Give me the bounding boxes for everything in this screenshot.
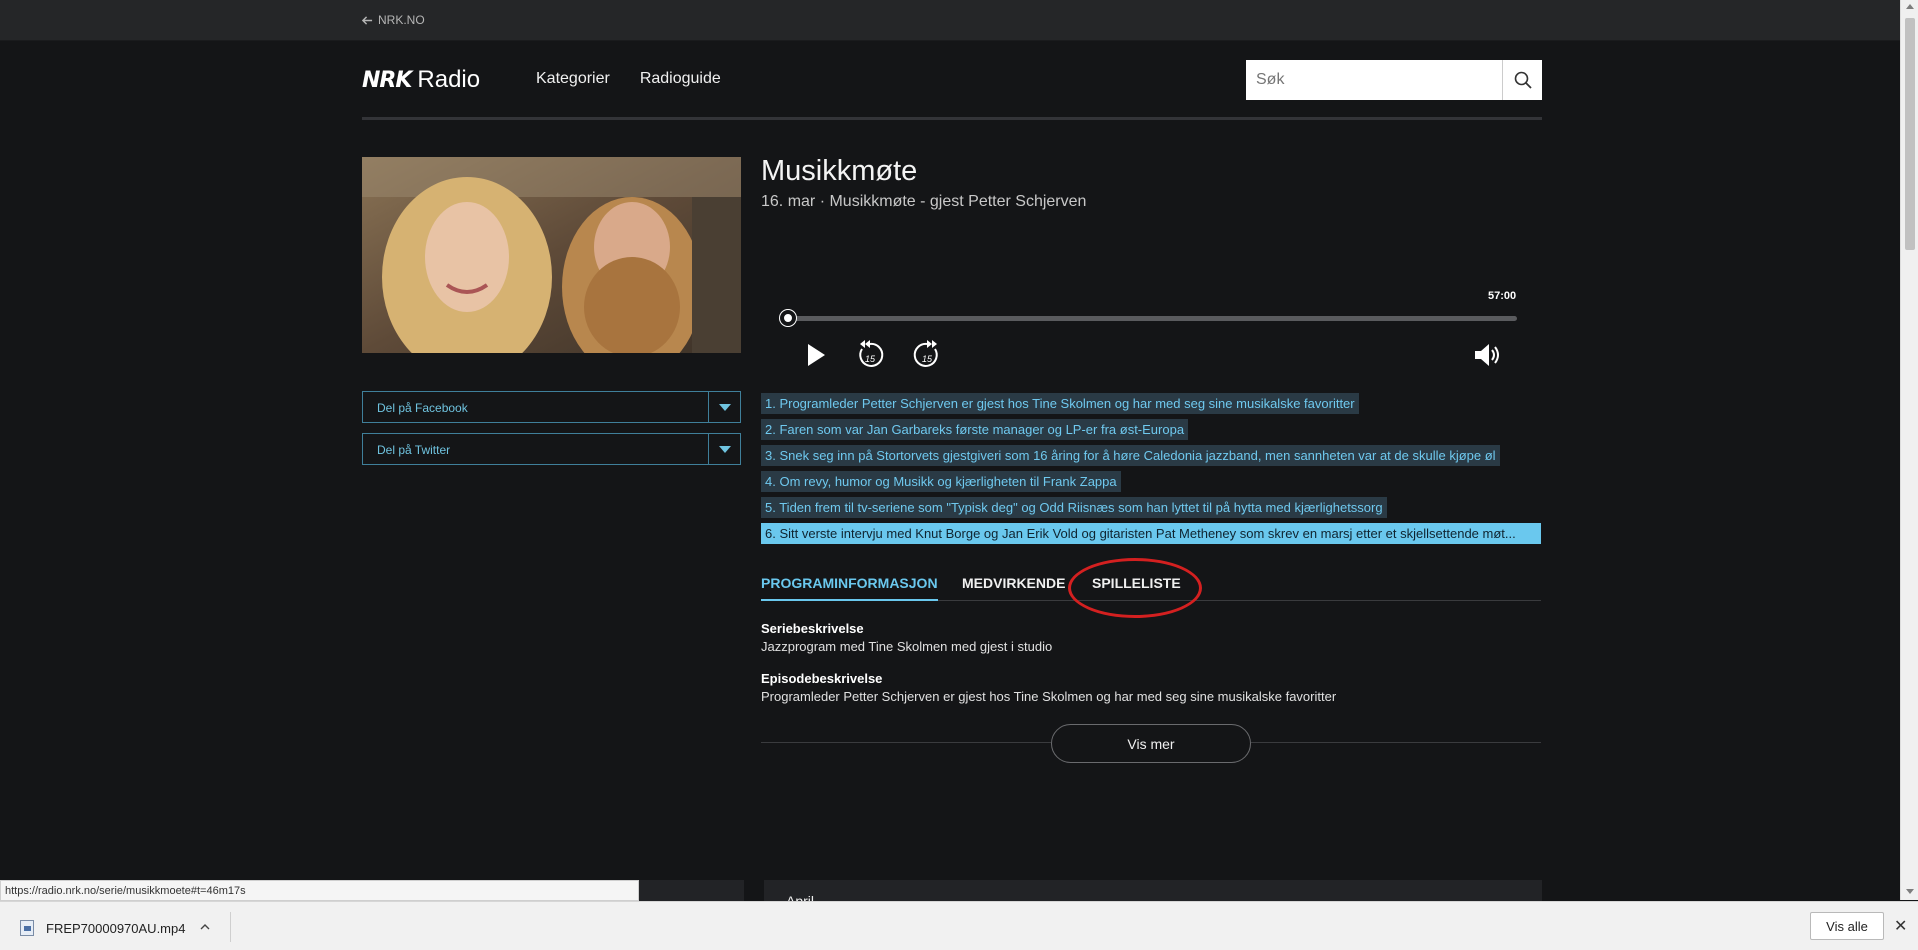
skip-forward-15-icon: 15 <box>913 340 938 367</box>
chapter-item-active[interactable]: 6. Sitt verste intervju med Knut Borge o… <box>761 523 1541 545</box>
share-twitter[interactable]: Del på Twitter <box>362 433 741 465</box>
episode-subtitle: 16. mar · Musikkmøte - gjest Petter Schj… <box>761 193 1087 210</box>
nrk-radio-logo[interactable]: NRK Radio <box>362 66 480 94</box>
play-button[interactable] <box>798 338 832 372</box>
nrk-topbar: NRK.NO <box>0 0 1900 41</box>
volume-icon <box>1475 344 1499 366</box>
skip-back-15-icon: 15 <box>859 340 884 367</box>
status-url: https://radio.nrk.no/serie/musikkmoete#t… <box>0 880 639 901</box>
scroll-down-icon[interactable] <box>1906 889 1914 894</box>
skip-forward-button[interactable]: 15 <box>910 338 944 372</box>
chevron-down-icon <box>718 403 731 411</box>
search-icon <box>1514 71 1532 89</box>
main-nav: Kategorier Radioguide <box>536 70 721 88</box>
series-heading: Seriebeskrivelse <box>761 621 864 636</box>
show-more-button[interactable]: Vis mer <box>1051 724 1251 763</box>
chevron-up-icon[interactable] <box>200 922 210 932</box>
share-facebook-dropdown[interactable] <box>708 392 740 422</box>
tab-programinformasjon[interactable]: PROGRAMINFORMASJON <box>761 575 938 601</box>
logo-nrk: NRK <box>362 67 412 93</box>
lower-panel-left <box>638 880 744 901</box>
chapter-item[interactable]: 5. Tiden frem til tv-seriene som "Typisk… <box>761 497 1541 519</box>
skip-forward-label: 15 <box>922 354 933 364</box>
share-facebook[interactable]: Del på Facebook <box>362 391 741 423</box>
chapter-label: 1. Programleder Petter Schjerven er gjes… <box>761 393 1359 414</box>
episode-image <box>362 157 741 353</box>
duration-label: 57:00 <box>1488 290 1517 302</box>
nav-kategorier[interactable]: Kategorier <box>536 70 610 88</box>
close-download-bar-icon[interactable]: ✕ <box>1894 916 1907 936</box>
series-description: Jazzprogram med Tine Skolmen med gjest i… <box>761 639 1053 654</box>
chapter-label: 2. Faren som var Jan Garbareks første ma… <box>761 419 1189 440</box>
annotation-circle <box>1068 558 1202 618</box>
back-to-nrk-link[interactable]: NRK.NO <box>362 13 425 27</box>
logo-radio: Radio <box>417 66 481 93</box>
page-title: Musikkmøte <box>761 155 918 187</box>
chevron-down-icon <box>718 445 731 453</box>
search-input[interactable] <box>1246 60 1502 100</box>
episode-photo <box>362 157 741 353</box>
chapter-list: 1. Programleder Petter Schjerven er gjes… <box>761 393 1541 549</box>
search-button[interactable] <box>1502 60 1542 100</box>
divider <box>761 742 1051 743</box>
progress-track[interactable] <box>787 316 1517 321</box>
progress-handle[interactable] <box>780 310 796 326</box>
page-scrollbar[interactable] <box>1900 0 1918 900</box>
show-all-downloads-button[interactable]: Vis alle <box>1810 912 1884 940</box>
divider <box>230 912 231 942</box>
volume-button[interactable] <box>1470 338 1504 372</box>
chapter-label: 6. Sitt verste intervju med Knut Borge o… <box>761 523 1541 544</box>
episode-description: Programleder Petter Schjerven er gjest h… <box>761 689 1337 704</box>
back-arrow-icon <box>362 15 373 25</box>
chapter-label: 5. Tiden frem til tv-seriene som "Typisk… <box>761 497 1387 518</box>
chapter-item[interactable]: 3. Snek seg inn på Stortorvets gjestgive… <box>761 445 1541 467</box>
share-facebook-label: Del på Facebook <box>377 401 468 415</box>
month-heading: April <box>786 893 815 901</box>
back-link-label: NRK.NO <box>378 13 425 27</box>
scrollbar-thumb[interactable] <box>1905 18 1915 250</box>
chapter-item[interactable]: 4. Om revy, humor og Musikk og kjærlighe… <box>761 471 1541 493</box>
chapter-item[interactable]: 2. Faren som var Jan Garbareks første ma… <box>761 419 1541 441</box>
share-twitter-label: Del på Twitter <box>377 443 451 457</box>
scroll-up-icon[interactable] <box>1906 4 1914 9</box>
episode-heading: Episodebeskrivelse <box>761 671 883 686</box>
download-item[interactable]: FREP70000970AU.mp4 <box>20 920 185 936</box>
play-icon <box>808 344 825 366</box>
search-box <box>1246 60 1542 100</box>
divider <box>1251 742 1541 743</box>
video-file-icon <box>20 920 34 936</box>
chapter-label: 4. Om revy, humor og Musikk og kjærlighe… <box>761 471 1121 492</box>
nav-radioguide[interactable]: Radioguide <box>640 70 721 88</box>
skip-back-label: 15 <box>865 354 876 364</box>
episode-month-panel: April <box>764 880 1542 901</box>
skip-back-button[interactable]: 15 <box>853 338 887 372</box>
share-twitter-dropdown[interactable] <box>708 434 740 464</box>
chapter-label: 3. Snek seg inn på Stortorvets gjestgive… <box>761 445 1500 466</box>
download-bar: FREP70000970AU.mp4 Vis alle ✕ <box>0 901 1918 950</box>
tab-medvirkende[interactable]: MEDVIRKENDE <box>962 575 1065 599</box>
chapter-item[interactable]: 1. Programleder Petter Schjerven er gjes… <box>761 393 1541 415</box>
site-header: NRK Radio Kategorier Radioguide <box>362 60 1542 120</box>
download-filename: FREP70000970AU.mp4 <box>46 920 186 936</box>
